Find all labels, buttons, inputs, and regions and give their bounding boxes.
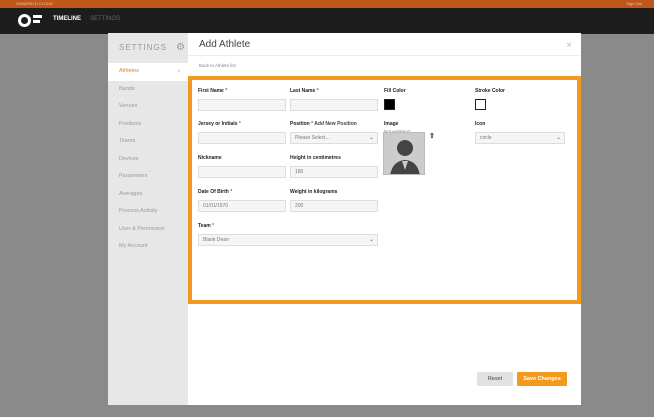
top-strip-left: OMNIFIELD CLOUD [16,1,53,6]
sidebar-heading: SETTINGS [119,43,168,52]
stroke-color-label: Stroke Color [475,88,506,94]
chevron-right-icon: › [177,68,180,75]
page-title: Add Athlete [199,39,251,50]
sidebar-item-label: Devices [119,155,139,162]
icon-select[interactable]: circle ⌄ [475,132,565,144]
last-name-label: Last Name * [290,88,319,94]
chevron-down-icon: ⌄ [555,135,561,141]
sidebar-item-label: Process Activity [119,208,158,214]
team-value: Blank Dean [203,237,229,243]
sidebar-item-positions[interactable]: Positions [108,116,188,134]
last-name-input[interactable] [290,99,378,111]
dob-input[interactable]: 01/01/1970 [198,200,286,212]
upload-icon[interactable]: ⇧ [429,132,435,140]
sidebar-item-label: Averages [119,190,143,197]
dob-label: Date Of Birth * [198,189,233,195]
sidebar-item-my-account[interactable]: My Account [108,238,188,256]
athlete-avatar-placeholder[interactable] [383,132,425,175]
settings-sidebar: SETTINGS ⚙ Athletes › Bands Venues Posit… [108,33,188,405]
sidebar-item-bands[interactable]: Bands [108,81,188,99]
fill-color-swatch[interactable] [384,99,395,110]
position-label: Position * Add New Position [290,121,357,127]
back-link[interactable]: Back to Athlete list [199,63,236,68]
chevron-down-icon: ⌄ [368,237,374,243]
close-icon[interactable]: × [566,40,572,51]
team-label: Team * [198,223,215,229]
top-navbar: TIMELINE SETTINGS [0,8,654,34]
sidebar-item-user-permission[interactable]: User & Permission [108,221,188,239]
athlete-form: First Name * Last Name * Fill Color Stro… [188,76,581,304]
jersey-label: Jersey or Initials * [198,121,241,127]
nav-settings[interactable]: SETTINGS [90,16,120,22]
weight-input[interactable]: 200 [290,200,378,212]
sidebar-item-label: Athletes [119,68,139,74]
height-input[interactable]: 180 [290,166,378,178]
team-select[interactable]: Blank Dean ⌄ [198,234,378,246]
sidebar-item-athletes[interactable]: Athletes › [108,63,188,81]
first-name-input[interactable] [198,99,286,111]
sidebar-list: Athletes › Bands Venues Positions Teams … [108,63,188,256]
sidebar-item-label: Teams [119,138,136,144]
save-changes-button[interactable]: Save Changes [517,372,567,386]
sidebar-item-label: My Account [119,243,148,249]
fill-color-label: Fill Color [384,88,406,94]
height-label: Height in centimetres [290,155,341,161]
jersey-input[interactable] [198,132,286,144]
sidebar-item-process-activity[interactable]: Process Activity [108,203,188,221]
sidebar-item-label: Venues [119,103,138,109]
icon-value: circle [480,135,492,141]
add-new-position-link[interactable]: Add New Position [314,121,357,127]
stroke-color-swatch[interactable] [475,99,486,110]
app-logo[interactable] [18,14,42,28]
image-label: Image [384,121,399,127]
icon-label: Icon [475,121,486,127]
nav-timeline[interactable]: TIMELINE [53,16,81,22]
sidebar-item-label: Parameters [119,173,148,179]
sidebar-item-parameters[interactable]: Parameters [108,168,188,186]
sign-out-link[interactable]: Sign Out [626,0,642,8]
sidebar-item-venues[interactable]: Venues [108,98,188,116]
nickname-input[interactable] [198,166,286,178]
sidebar-item-label: User & Permission [119,225,165,232]
position-select[interactable]: Please Select... ⌄ [290,132,378,144]
gear-icon: ⚙ [176,42,185,53]
top-strip: OMNIFIELD CLOUD Sign Out [0,0,654,8]
chevron-down-icon: ⌄ [368,135,374,141]
dialog-content: Add Athlete × Back to Athlete list First… [188,33,581,405]
title-divider [188,55,581,56]
reset-button[interactable]: Reset [477,372,513,386]
sidebar-item-devices[interactable]: Devices [108,151,188,169]
weight-label: Weight in kilograms [290,189,338,195]
first-name-label: First Name * [198,88,228,94]
position-value: Please Select... [295,135,330,141]
sidebar-item-averages[interactable]: Averages [108,186,188,204]
nickname-label: Nickname [198,155,222,161]
settings-modal: SETTINGS ⚙ Athletes › Bands Venues Posit… [108,33,581,405]
sidebar-item-label: Bands [119,85,135,92]
sidebar-item-label: Positions [119,120,142,127]
sidebar-item-teams[interactable]: Teams [108,133,188,151]
